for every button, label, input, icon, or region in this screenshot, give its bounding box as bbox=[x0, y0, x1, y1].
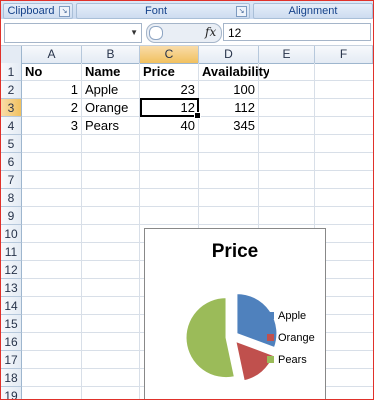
expand-handle-icon[interactable] bbox=[149, 26, 163, 40]
row-header[interactable]: 7 bbox=[1, 171, 22, 189]
name-box[interactable]: ▼ bbox=[4, 23, 142, 43]
cell-c2[interactable]: 23 bbox=[140, 81, 198, 99]
chart-title: Price bbox=[211, 241, 259, 262]
row-header[interactable]: 13 bbox=[1, 279, 22, 297]
legend-item-orange: Orange bbox=[267, 331, 315, 345]
clipboard-group-label: Clipboard bbox=[7, 5, 55, 17]
legend-swatch-apple bbox=[267, 311, 274, 319]
ribbon-group-clipboard[interactable]: Clipboard ↘ bbox=[3, 3, 73, 19]
row-header[interactable]: 17 bbox=[1, 351, 22, 369]
cell-b2[interactable]: Apple bbox=[82, 81, 140, 99]
ribbon-group-bar: Clipboard ↘ Font ↘ Alignment bbox=[1, 1, 373, 19]
legend-swatch-pears bbox=[267, 355, 274, 363]
legend-item-pears: Pears bbox=[267, 353, 307, 367]
column-header-b[interactable]: B bbox=[82, 46, 140, 63]
dialog-launcher-icon[interactable]: ↘ bbox=[59, 6, 70, 17]
row-header[interactable]: 18 bbox=[1, 369, 22, 387]
cell-b3[interactable]: Orange bbox=[82, 99, 140, 117]
cell-d4[interactable]: 345 bbox=[199, 117, 258, 135]
row-header[interactable]: 19 bbox=[1, 387, 22, 399]
gridline bbox=[22, 188, 373, 189]
gridline bbox=[22, 224, 373, 225]
row-header[interactable]: 6 bbox=[1, 153, 22, 171]
dialog-launcher-icon[interactable]: ↘ bbox=[236, 6, 247, 17]
formula-controls: fx bbox=[146, 23, 222, 43]
gridline bbox=[22, 206, 373, 207]
cell-d1[interactable]: Availability bbox=[199, 63, 269, 81]
column-header-c[interactable]: C bbox=[140, 46, 199, 63]
row-header[interactable]: 3 bbox=[1, 99, 22, 117]
column-header-e[interactable]: E bbox=[259, 46, 315, 63]
row-header[interactable]: 2 bbox=[1, 81, 22, 99]
row-header[interactable]: 11 bbox=[1, 243, 22, 261]
chevron-down-icon[interactable]: ▼ bbox=[130, 28, 138, 37]
cell-a4[interactable]: 3 bbox=[22, 117, 81, 135]
legend-label: Apple bbox=[278, 310, 307, 322]
select-all-button[interactable] bbox=[1, 46, 22, 63]
fill-handle[interactable] bbox=[194, 112, 201, 119]
column-header-bar: A B C D E F bbox=[1, 46, 373, 64]
row-header[interactable]: 10 bbox=[1, 225, 22, 243]
formula-bar: ▼ fx 12 bbox=[1, 20, 373, 46]
cell-a3[interactable]: 2 bbox=[22, 99, 81, 117]
legend-item-apple: Apple bbox=[267, 309, 306, 323]
legend-label: Orange bbox=[278, 332, 315, 344]
row-header[interactable]: 4 bbox=[1, 117, 22, 135]
gridline bbox=[22, 152, 373, 153]
row-header[interactable]: 9 bbox=[1, 207, 22, 225]
column-header-f[interactable]: F bbox=[315, 46, 373, 63]
formula-input[interactable]: 12 bbox=[223, 23, 371, 41]
legend-label: Pears bbox=[278, 354, 307, 366]
row-header[interactable]: 15 bbox=[1, 315, 22, 333]
cell-d2[interactable]: 100 bbox=[199, 81, 258, 99]
row-header[interactable]: 12 bbox=[1, 261, 22, 279]
ribbon-group-alignment[interactable]: Alignment bbox=[253, 3, 373, 19]
column-header-a[interactable]: A bbox=[22, 46, 82, 63]
row-header[interactable]: 1 bbox=[1, 63, 22, 81]
gridline bbox=[22, 170, 373, 171]
row-header[interactable]: 5 bbox=[1, 135, 22, 153]
cell-c1[interactable]: Price bbox=[140, 63, 199, 81]
excel-window: Clipboard ↘ Font ↘ Alignment ▼ fx 12 A B… bbox=[0, 0, 374, 400]
cell-a1[interactable]: No bbox=[22, 63, 82, 81]
cell-b4[interactable]: Pears bbox=[82, 117, 140, 135]
cell-b1[interactable]: Name bbox=[82, 63, 140, 81]
cell-c4[interactable]: 40 bbox=[140, 117, 198, 135]
font-group-label: Font bbox=[144, 5, 167, 17]
active-cell-outline[interactable] bbox=[140, 98, 201, 119]
row-header[interactable]: 14 bbox=[1, 297, 22, 315]
insert-function-button[interactable]: fx bbox=[205, 25, 216, 39]
ribbon-group-font[interactable]: Font ↘ bbox=[76, 3, 250, 19]
cell-d3[interactable]: 112 bbox=[199, 99, 258, 117]
pie-chart[interactable]: Price Apple Orange Pears bbox=[144, 228, 326, 399]
row-header[interactable]: 16 bbox=[1, 333, 22, 351]
alignment-group-label: Alignment bbox=[288, 5, 338, 17]
cell-a2[interactable]: 1 bbox=[22, 81, 81, 99]
column-header-d[interactable]: D bbox=[199, 46, 259, 63]
worksheet-grid[interactable]: A B C D E F 1 2 3 4 5 6 7 8 9 10 11 12 1… bbox=[1, 46, 373, 399]
pie-slice-pears[interactable] bbox=[185, 297, 235, 379]
legend-swatch-orange bbox=[267, 333, 274, 341]
row-header[interactable]: 8 bbox=[1, 189, 22, 207]
